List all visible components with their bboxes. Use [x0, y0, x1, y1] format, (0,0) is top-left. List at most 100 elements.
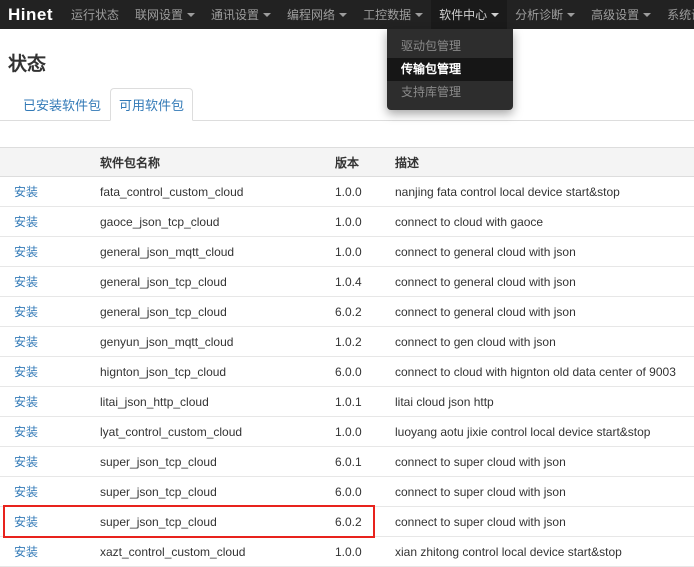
dropdown-item-driver-package-mgmt[interactable]: 驱动包管理: [387, 35, 513, 58]
install-link[interactable]: 安装: [14, 425, 38, 439]
nav-item-programming-network[interactable]: 编程网络: [279, 0, 355, 29]
cell-package-name: super_json_tcp_cloud: [100, 507, 335, 537]
cell-version: 1.0.0: [335, 207, 395, 237]
cell-action: 安装: [0, 177, 100, 207]
table-row: 安装 general_json_mqtt_cloud1.0.0connect to…: [0, 237, 694, 267]
cell-package-name: litai_json_http_cloud: [100, 387, 335, 417]
cell-version: 1.0.1: [335, 387, 395, 417]
top-navbar: Hinet 运行状态联网设置通讯设置 编程网络 工控数据软件中心分析诊断 高级设置 系统…: [0, 0, 694, 29]
chevron-down-icon: [339, 13, 347, 17]
available-packages-table: 软件包名称 版本 描述 安装fata_control_custom_cloud1…: [0, 147, 694, 567]
install-link[interactable]: 安装: [14, 365, 38, 379]
cell-action: 安装: [0, 387, 100, 417]
chevron-down-icon: [643, 13, 651, 17]
cell-version: 1.0.0: [335, 237, 395, 267]
column-header-package-name: 软件包名称: [100, 148, 335, 177]
column-header-version: 版本: [335, 148, 395, 177]
install-link[interactable]: 安装: [14, 275, 38, 289]
nav-item-analysis-diagnosis[interactable]: 分析诊断: [507, 0, 583, 29]
cell-package-name: lyat_control_custom_cloud: [100, 417, 335, 447]
cell-description: connect to super cloud with json: [395, 447, 694, 477]
tab-available-packages-label[interactable]: 可用软件包: [110, 88, 193, 121]
cell-package-name: fata_control_custom_cloud: [100, 177, 335, 207]
cell-version: 1.0.0: [335, 417, 395, 447]
table-row: 安装 lyat_control_custom_cloud1.0.0luoyang …: [0, 417, 694, 447]
cell-action: 安装: [0, 507, 100, 537]
cell-description: connect to gen cloud with json: [395, 327, 694, 357]
cell-action: 安装: [0, 267, 100, 297]
cell-version: 1.0.0: [335, 177, 395, 207]
install-link[interactable]: 安装: [14, 215, 38, 229]
nav-item-label: 高级设置: [591, 6, 639, 23]
software-center-dropdown-menu: 驱动包管理传输包管理支持库管理: [387, 29, 513, 110]
nav-item-run-status[interactable]: 运行状态: [63, 0, 127, 29]
table-row: 安装 genyun_json_mqtt_cloud1.0.2connect to …: [0, 327, 694, 357]
tab-available-packages[interactable]: 可用软件包: [110, 88, 193, 121]
table-row: 安装 gaoce_json_tcp_cloud1.0.0connect to cl…: [0, 207, 694, 237]
cell-package-name: gaoce_json_tcp_cloud: [100, 207, 335, 237]
nav-item-advanced-settings[interactable]: 高级设置: [583, 0, 659, 29]
nav-item-label: 编程网络: [287, 6, 335, 23]
cell-package-name: super_json_tcp_cloud: [100, 447, 335, 477]
cell-description: connect to cloud with gaoce: [395, 207, 694, 237]
cell-action: 安装: [0, 357, 100, 387]
install-link[interactable]: 安装: [14, 545, 38, 559]
cell-description: litai cloud json http: [395, 387, 694, 417]
dropdown-item-support-library-mgmt[interactable]: 支持库管理: [387, 81, 513, 104]
cell-description: connect to general cloud with json: [395, 237, 694, 267]
cell-action: 安装: [0, 417, 100, 447]
cell-action: 安装: [0, 447, 100, 477]
tab-bar: 已安装软件包 可用软件包: [0, 88, 694, 121]
cell-action: 安装: [0, 327, 100, 357]
cell-action: 安装: [0, 237, 100, 267]
nav-item-industrial-data[interactable]: 工控数据: [355, 0, 431, 29]
cell-action: 安装: [0, 297, 100, 327]
cell-description: nanjing fata control local device start&…: [395, 177, 694, 207]
cell-version: 1.0.2: [335, 327, 395, 357]
install-link[interactable]: 安装: [14, 245, 38, 259]
page-title: 状态: [8, 54, 694, 76]
cell-description: connect to cloud with hignton old data c…: [395, 357, 694, 387]
nav-item-system-settings[interactable]: 系统设置: [659, 0, 694, 29]
table-row: 安装general_json_tcp_cloud6.0.2connect to …: [0, 297, 694, 327]
nav-item-label: 分析诊断: [515, 6, 563, 23]
table-row: 安装 super_json_tcp_cloud6.0.2connect to su…: [0, 507, 694, 537]
install-link[interactable]: 安装: [14, 395, 38, 409]
cell-version: 6.0.0: [335, 357, 395, 387]
cell-package-name: xazt_control_custom_cloud: [100, 537, 335, 567]
chevron-down-icon: [415, 13, 423, 17]
install-link[interactable]: 安装: [14, 335, 38, 349]
cell-description: connect to super cloud with json: [395, 507, 694, 537]
main-content: 状态 已安装软件包 可用软件包 软件包名称 版本 描述 安装fata_contr…: [0, 54, 694, 567]
cell-action: 安装: [0, 207, 100, 237]
chevron-down-icon: [263, 13, 271, 17]
cell-description: xian zhitong control local device start&…: [395, 537, 694, 567]
chevron-down-icon: [491, 13, 499, 17]
cell-version: 6.0.0: [335, 477, 395, 507]
nav-item-communication-settings[interactable]: 通讯设置: [203, 0, 279, 29]
brand-logo[interactable]: Hinet: [8, 5, 53, 25]
dropdown-item-transfer-package-mgmt[interactable]: 传输包管理: [387, 58, 513, 81]
cell-description: luoyang aotu jixie control local device …: [395, 417, 694, 447]
cell-version: 6.0.2: [335, 297, 395, 327]
nav-item-label: 通讯设置: [211, 6, 259, 23]
nav-item-software-center[interactable]: 软件中心: [431, 0, 507, 29]
tab-installed-packages[interactable]: 已安装软件包: [14, 88, 110, 121]
cell-description: connect to general cloud with json: [395, 267, 694, 297]
table-row: 安装super_json_tcp_cloud6.0.0connect to su…: [0, 477, 694, 507]
column-header-action: [0, 148, 100, 177]
cell-package-name: general_json_mqtt_cloud: [100, 237, 335, 267]
install-link[interactable]: 安装: [14, 515, 38, 529]
cell-version: 6.0.2: [335, 507, 395, 537]
install-link[interactable]: 安装: [14, 185, 38, 199]
cell-version: 1.0.4: [335, 267, 395, 297]
install-link[interactable]: 安装: [14, 485, 38, 499]
nav-item-network-settings[interactable]: 联网设置: [127, 0, 203, 29]
install-link[interactable]: 安装: [14, 305, 38, 319]
cell-package-name: hignton_json_tcp_cloud: [100, 357, 335, 387]
cell-package-name: genyun_json_mqtt_cloud: [100, 327, 335, 357]
nav-item-label: 系统设置: [667, 6, 694, 23]
navbar-menu: 运行状态联网设置通讯设置编程网络工控数据软件中心分析诊断高级设置系统设置退出: [63, 0, 694, 29]
tab-installed-packages-label[interactable]: 已安装软件包: [14, 88, 110, 121]
install-link[interactable]: 安装: [14, 455, 38, 469]
